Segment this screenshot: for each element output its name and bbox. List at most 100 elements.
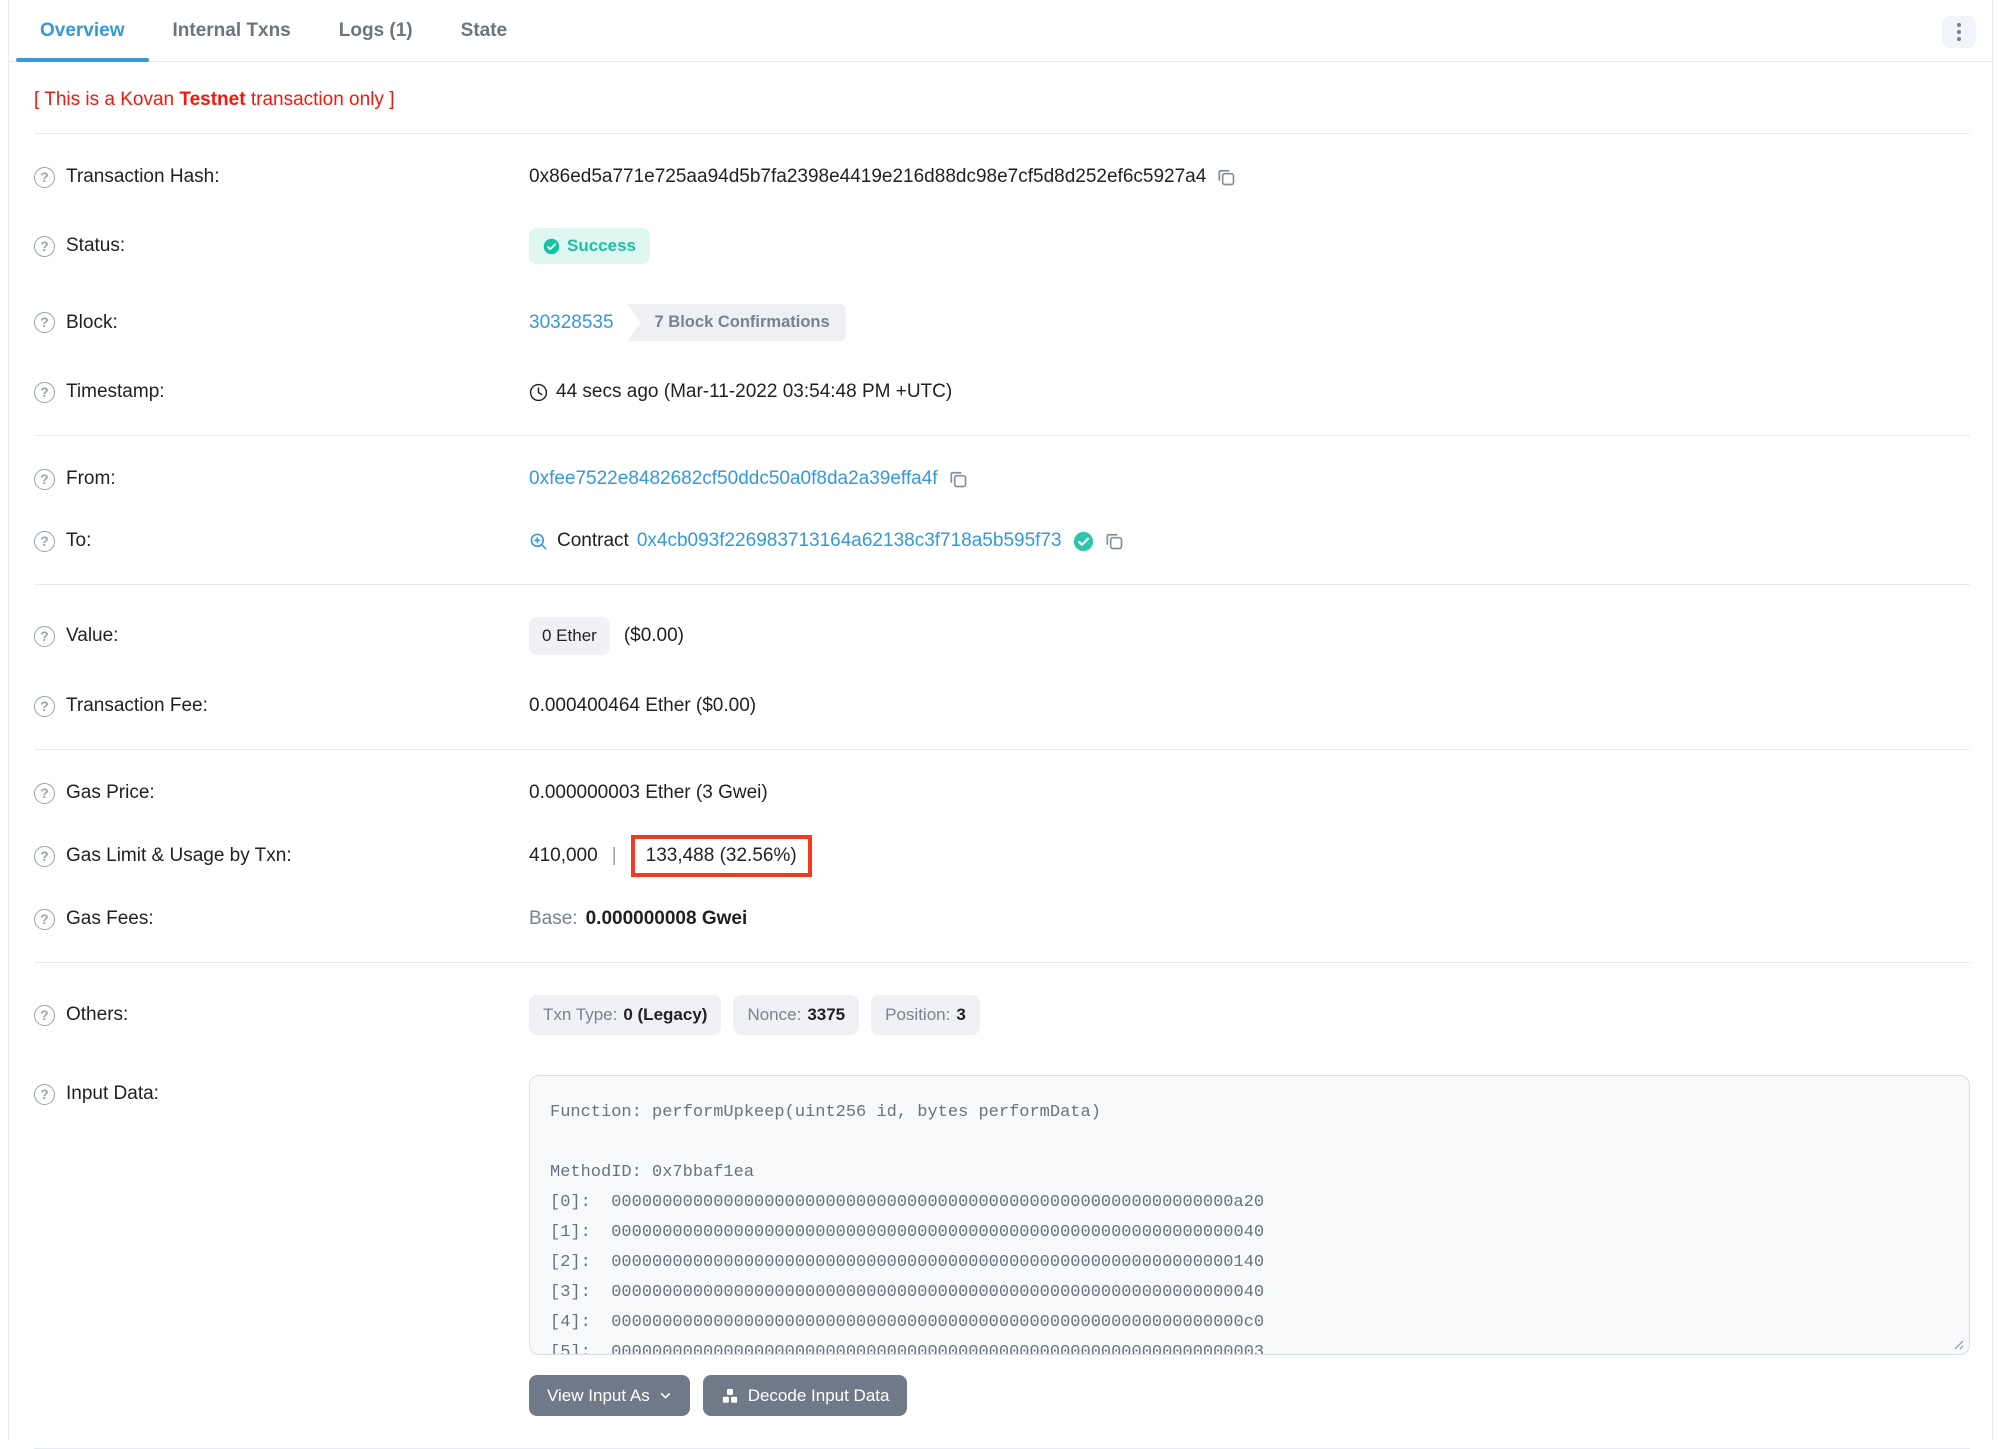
txn-type-value: 0 (Legacy) <box>623 1005 708 1024</box>
gas-separator: | <box>611 845 617 866</box>
help-icon[interactable] <box>34 312 55 333</box>
input-data-row: Input Data: Function: performUpkeep(uint… <box>34 1055 1970 1355</box>
gas-limit-value: 410,000 <box>529 845 598 866</box>
transaction-card: Overview Internal Txns Logs (1) State [ … <box>8 0 1993 1449</box>
to-row: To: Contract 0x4cb093f226983713164a62138… <box>34 510 1970 572</box>
input-data-line: [1]: 00000000000000000000000000000000000… <box>550 1223 1265 1242</box>
copy-icon <box>950 471 966 488</box>
transaction-fee-value: 0.000400464 Ether ($0.00) <box>529 695 757 716</box>
help-icon[interactable] <box>34 530 55 552</box>
gas-usage-value: 133,488 (32.56%) <box>645 845 797 866</box>
to-label: To: <box>66 530 92 551</box>
help-icon[interactable] <box>34 468 55 490</box>
input-data-line: [0]: 00000000000000000000000000000000000… <box>550 1193 1265 1212</box>
input-data-line: [3]: 00000000000000000000000000000000000… <box>550 1283 1265 1302</box>
copy-icon <box>1218 169 1235 186</box>
more-options-button[interactable] <box>1942 16 1976 48</box>
tab-overview[interactable]: Overview <box>16 0 149 62</box>
help-icon[interactable] <box>34 782 55 804</box>
help-icon[interactable] <box>34 381 55 403</box>
from-address-link[interactable]: 0xfee7522e8482682cf50ddc50a0f8da2a39effa… <box>529 468 938 490</box>
value-label: Value: <box>66 625 119 646</box>
status-badge-label: Success <box>567 236 636 255</box>
position-value: 3 <box>956 1005 966 1024</box>
help-icon[interactable] <box>34 695 55 717</box>
others-row: Others: Txn Type: 0 (Legacy) Nonce: 3375… <box>34 975 1970 1055</box>
tab-logs-label: Logs (1) <box>338 19 413 41</box>
block-row: Block: 30328535 7 Block Confirmations <box>34 284 1970 361</box>
tab-state-label: State <box>460 19 508 41</box>
tab-bar: Overview Internal Txns Logs (1) State <box>9 0 1992 62</box>
gas-fees-label: Gas Fees: <box>66 908 154 929</box>
help-icon[interactable] <box>34 1004 55 1026</box>
zoom-in-icon[interactable] <box>529 532 548 551</box>
nonce-badge: Nonce: 3375 <box>733 995 860 1035</box>
gas-fees-row: Gas Fees: Base: 0.000000008 Gwei <box>34 888 1970 950</box>
txn-type-label: Txn Type: <box>543 1005 618 1024</box>
view-input-as-button[interactable]: View Input As <box>529 1375 690 1416</box>
kebab-menu-icon <box>1957 23 1961 41</box>
timestamp-row: Timestamp: 44 secs ago (Mar-11-2022 03:5… <box>34 361 1970 423</box>
decode-input-data-label: Decode Input Data <box>747 1385 890 1405</box>
annotation-highlight-box: 133,488 (32.56%) <box>630 835 812 877</box>
copy-hash-button[interactable] <box>1216 167 1236 187</box>
position-label: Position: <box>885 1005 951 1024</box>
check-circle-icon <box>543 238 560 254</box>
value-fiat: ($0.00) <box>623 625 685 646</box>
gas-fees-base-label: Base: <box>529 908 578 929</box>
chevron-down-icon <box>660 1393 670 1399</box>
tab-logs[interactable]: Logs (1) <box>315 0 437 61</box>
input-data-line: MethodID: 0x7bbaf1ea <box>550 1163 755 1182</box>
help-icon[interactable] <box>34 625 55 647</box>
input-data-line: [5]: 00000000000000000000000000000000000… <box>550 1343 1265 1355</box>
timestamp-label: Timestamp: <box>66 381 165 402</box>
cubes-icon <box>722 1388 737 1403</box>
input-data-line <box>550 1128 1949 1158</box>
to-address-link[interactable]: 0x4cb093f226983713164a62138c3f718a5b595f… <box>637 530 1062 552</box>
tab-state[interactable]: State <box>437 0 531 61</box>
decode-input-data-button[interactable]: Decode Input Data <box>702 1375 908 1416</box>
gas-price-row: Gas Price: 0.000000003 Ether (3 Gwei) <box>34 762 1970 824</box>
tab-internal-txns[interactable]: Internal Txns <box>149 0 315 61</box>
help-icon[interactable] <box>34 845 55 867</box>
copy-to-address-button[interactable] <box>1104 531 1124 551</box>
transaction-hash-row: Transaction Hash: 0x86ed5a771e725aa94d5b… <box>34 146 1970 208</box>
value-amount-badge: 0 Ether <box>529 617 610 655</box>
transaction-hash-value: 0x86ed5a771e725aa94d5b7fa2398e4419e216d8… <box>529 166 1207 187</box>
input-data-line: [4]: 00000000000000000000000000000000000… <box>550 1313 1265 1332</box>
verified-check-icon <box>1073 531 1093 551</box>
input-data-label: Input Data: <box>66 1083 159 1104</box>
view-input-as-label: View Input As <box>547 1385 650 1405</box>
nonce-label: Nonce: <box>747 1005 802 1024</box>
to-contract-word: Contract <box>557 530 629 551</box>
txn-type-badge: Txn Type: 0 (Legacy) <box>529 995 722 1035</box>
block-label: Block: <box>66 311 118 333</box>
tab-overview-label: Overview <box>40 19 125 41</box>
status-badge: Success <box>529 228 650 264</box>
testnet-notice-prefix: [ This is a Kovan <box>34 89 180 110</box>
block-number-link[interactable]: 30328535 <box>529 312 614 334</box>
transaction-fee-label: Transaction Fee: <box>66 695 208 716</box>
help-icon[interactable] <box>34 1083 55 1105</box>
value-row: Value: 0 Ether ($0.00) <box>34 597 1970 675</box>
timestamp-value: 44 secs ago (Mar-11-2022 03:54:48 PM +UT… <box>556 381 953 402</box>
from-row: From: 0xfee7522e8482682cf50ddc50a0f8da2a… <box>34 448 1970 510</box>
help-icon[interactable] <box>34 908 55 930</box>
tab-internal-txns-label: Internal Txns <box>172 19 291 41</box>
clock-icon <box>529 383 548 401</box>
gas-price-value: 0.000000003 Ether (3 Gwei) <box>529 782 768 803</box>
input-data-line: Function: performUpkeep(uint256 id, byte… <box>550 1103 1101 1122</box>
block-confirmations-badge: 7 Block Confirmations <box>627 304 846 341</box>
transaction-fee-row: Transaction Fee: 0.000400464 Ether ($0.0… <box>34 675 1970 737</box>
status-row: Status: Success <box>34 208 1970 284</box>
help-icon[interactable] <box>34 166 55 188</box>
resize-handle-icon[interactable] <box>1950 1336 1964 1350</box>
nonce-value: 3375 <box>807 1005 846 1024</box>
help-icon[interactable] <box>34 235 55 257</box>
input-data-textarea[interactable]: Function: performUpkeep(uint256 id, byte… <box>529 1075 1970 1355</box>
gas-price-label: Gas Price: <box>66 782 155 803</box>
copy-from-address-button[interactable] <box>948 469 968 489</box>
testnet-notice-suffix: transaction only ] <box>245 89 395 110</box>
status-label: Status: <box>66 235 126 256</box>
gas-limit-usage-label: Gas Limit & Usage by Txn: <box>66 845 292 866</box>
